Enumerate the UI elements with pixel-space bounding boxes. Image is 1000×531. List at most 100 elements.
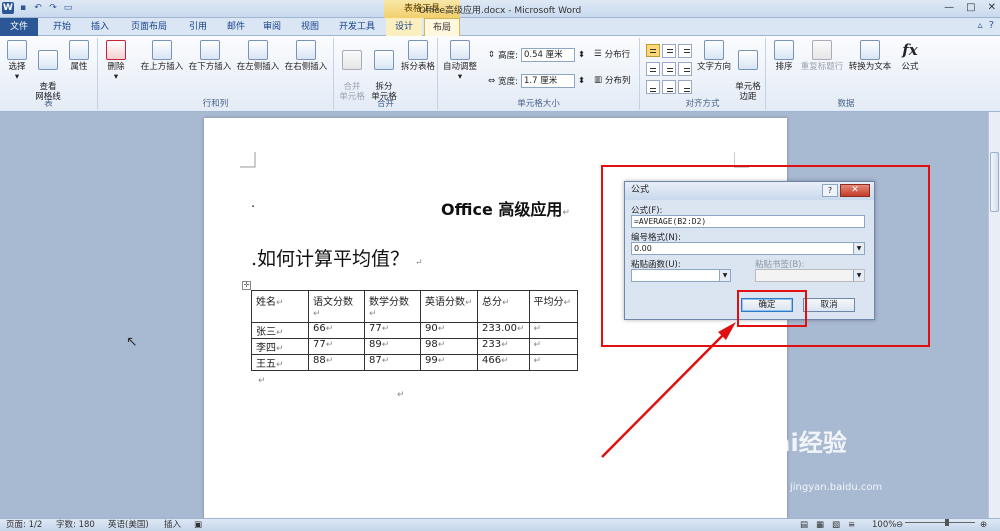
table-cell[interactable]: 李四↵ (251, 338, 309, 355)
word-count[interactable]: 字数: 180 (56, 519, 95, 531)
table-cell[interactable]: 89↵ (364, 338, 421, 355)
heading-text[interactable]: .如何计算平均值？ ↵ (251, 244, 423, 271)
align-bottom-center-button[interactable] (662, 80, 676, 94)
table-header-cell[interactable]: 数学分数↵ (364, 290, 421, 323)
table-cell[interactable]: 王五↵ (251, 354, 309, 371)
height-input[interactable]: 0.54 厘米 (521, 48, 575, 62)
group-table: 选择 ▾ 查看 网格线 属性 表 (0, 38, 98, 110)
collapse-ribbon-icon[interactable]: ▵ (978, 20, 983, 31)
table-cell[interactable]: 233↵ (477, 338, 530, 355)
tab-developer[interactable]: 开发工具 (332, 18, 382, 36)
maximize-button[interactable]: □ (966, 2, 975, 13)
tab-references[interactable]: 引用 (180, 18, 216, 36)
split-table-button[interactable]: 拆分表格 (400, 40, 436, 72)
width-input[interactable]: 1.7 厘米 (521, 74, 575, 88)
table-cell[interactable]: 90↵ (420, 322, 478, 339)
align-bottom-left-button[interactable] (646, 80, 660, 94)
zoom-slider[interactable] (905, 519, 975, 527)
table-cell[interactable]: 77↵ (308, 338, 365, 355)
align-middle-center-button[interactable] (662, 62, 676, 76)
autofit-button[interactable]: 自动调整 ▾ (442, 40, 478, 82)
tab-review[interactable]: 审阅 (254, 18, 290, 36)
ribbon-help-controls: ▵ ? (978, 20, 994, 31)
spinner-icon[interactable]: ⬍ (578, 76, 585, 86)
text-direction-button[interactable]: 文字方向 (696, 40, 732, 72)
table-cell[interactable]: 66↵ (308, 322, 365, 339)
table-header-cell[interactable]: 平均分↵ (528, 290, 578, 323)
spinner-icon[interactable]: ⬍ (578, 50, 585, 60)
tab-page-layout[interactable]: 页面布局 (122, 18, 176, 36)
insert-mode[interactable]: 插入 (164, 519, 181, 531)
table-cell[interactable]: 98↵ (420, 338, 478, 355)
table-cell[interactable]: ↵ (528, 322, 578, 339)
vertical-scrollbar[interactable] (988, 112, 1000, 518)
view-outline-icon[interactable]: ≡ (848, 519, 855, 531)
table-cell[interactable]: ↵ (528, 338, 578, 355)
close-button[interactable]: ✕ (988, 2, 996, 13)
insert-below-button[interactable]: 在下方插入 (186, 40, 234, 72)
align-top-right-button[interactable] (678, 44, 692, 58)
table-cell[interactable]: 233.00↵ (477, 322, 530, 339)
merge-cells-button[interactable]: 合并 单元格 (336, 40, 368, 102)
minimize-button[interactable]: — (944, 2, 954, 13)
distribute-rows-button[interactable]: ☰ 分布行 (594, 48, 630, 60)
view-web-icon[interactable]: ▧ (832, 519, 840, 531)
align-top-center-button[interactable] (662, 44, 676, 58)
formula-button[interactable]: fx 公式 (896, 40, 924, 72)
align-middle-right-button[interactable] (678, 62, 692, 76)
tab-view[interactable]: 视图 (292, 18, 328, 36)
help-icon[interactable]: ? (989, 20, 994, 31)
table-cell[interactable]: 张三↵ (251, 322, 309, 339)
tab-mailings[interactable]: 邮件 (218, 18, 254, 36)
align-top-left-button[interactable] (646, 44, 660, 57)
tab-insert[interactable]: 插入 (82, 18, 118, 36)
convert-to-text-button[interactable]: 转换为文本 (846, 40, 894, 72)
sort-button[interactable]: 排序 (770, 40, 798, 72)
align-bottom-right-button[interactable] (678, 80, 692, 94)
text-direction-icon (704, 40, 724, 60)
zoom-level[interactable]: 100% (872, 519, 896, 531)
distribute-rows-icon: ☰ (594, 49, 602, 59)
table-cell[interactable]: 88↵ (308, 354, 365, 371)
insert-left-button[interactable]: 在左侧插入 (234, 40, 282, 72)
view-full-screen-icon[interactable]: ▦ (816, 519, 824, 531)
table-header-cell[interactable]: 语文分数↵ (308, 290, 365, 323)
properties-button[interactable]: 属性 (66, 40, 92, 72)
table-header-cell[interactable]: 姓名↵ (251, 290, 309, 323)
distribute-columns-button[interactable]: ▥ 分布列 (594, 74, 631, 86)
delete-button[interactable]: 删除 ▾ (102, 40, 130, 82)
delete-table-icon (106, 40, 126, 60)
macro-record-icon[interactable]: ▣ (194, 519, 202, 531)
table-cell[interactable]: 87↵ (364, 354, 421, 371)
language[interactable]: 英语(美国) (108, 519, 149, 531)
repeat-header-icon (812, 40, 832, 60)
tab-design[interactable]: 设计 (386, 18, 422, 36)
table-cell[interactable]: 99↵ (420, 354, 478, 371)
view-gridlines-button[interactable]: 查看 网格线 (32, 40, 64, 102)
split-cells-button[interactable]: 拆分 单元格 (368, 40, 400, 102)
tab-home[interactable]: 开始 (44, 18, 80, 36)
table-cell[interactable]: 466↵ (477, 354, 530, 371)
repeat-header-rows-button[interactable]: 重复标题行 (798, 40, 846, 72)
scrollbar-thumb[interactable] (990, 152, 999, 212)
align-middle-left-button[interactable] (646, 62, 660, 76)
table-cell[interactable]: ↵ (528, 354, 578, 371)
table-header-cell[interactable]: 总分↵ (477, 290, 530, 323)
tab-layout[interactable]: 布局 (424, 18, 460, 36)
score-table[interactable]: 姓名↵ 语文分数↵ 数学分数↵ 英语分数↵ 总分↵ 平均分↵ 张三↵ 66↵ 7… (251, 290, 578, 371)
view-print-layout-icon[interactable]: ▤ (800, 519, 808, 531)
zoom-in-icon[interactable]: ⊕ (980, 519, 987, 531)
table-cell[interactable]: 77↵ (364, 322, 421, 339)
insert-right-button[interactable]: 在右侧插入 (282, 40, 330, 72)
table-move-handle-icon[interactable]: ✛ (242, 281, 251, 290)
zoom-out-icon[interactable]: ⊖ (896, 519, 903, 531)
group-label-cell-size: 单元格大小 (517, 99, 560, 109)
insert-above-button[interactable]: 在上方插入 (138, 40, 186, 72)
page-count[interactable]: 页面: 1/2 (6, 519, 42, 531)
window-controls: — □ ✕ (944, 2, 996, 13)
tab-file[interactable]: 文件 (0, 18, 38, 36)
table-header-cell[interactable]: 英语分数↵ (420, 290, 478, 323)
zoom-slider-thumb[interactable] (945, 519, 949, 526)
select-button[interactable]: 选择 ▾ (4, 40, 30, 82)
cell-margins-button[interactable]: 单元格 边距 (732, 40, 764, 102)
